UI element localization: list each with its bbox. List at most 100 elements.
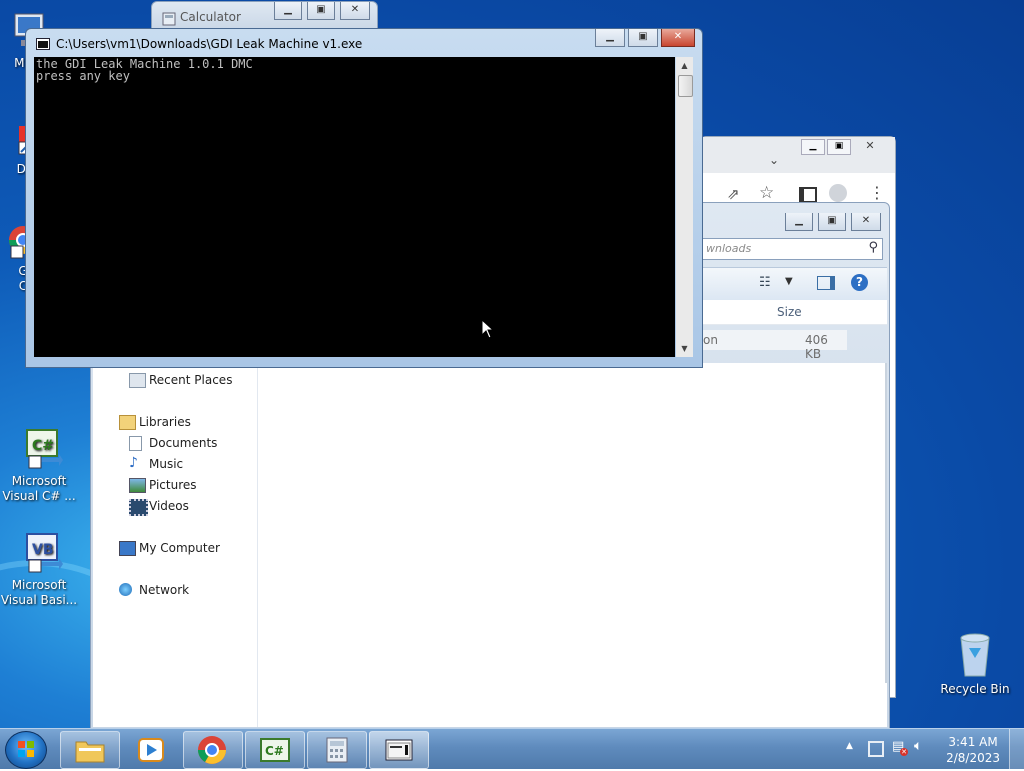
nav-item-label: Music	[149, 457, 184, 471]
videos-icon	[129, 499, 148, 516]
network-error-icon: ✕	[900, 748, 908, 756]
svg-text:C#: C#	[32, 438, 54, 454]
nav-item-documents[interactable]: Documents	[129, 436, 218, 451]
nav-item-label: Videos	[149, 499, 189, 513]
recent-places-icon	[129, 373, 146, 388]
console-output[interactable]: the GDI Leak Machine 1.0.1 DMC press any…	[34, 57, 675, 357]
volume-icon[interactable]: 🔈︎	[914, 738, 922, 754]
nav-item-network[interactable]: Network	[119, 583, 190, 597]
nav-item-music[interactable]: ♪ Music	[129, 456, 184, 471]
desktop: My C Data G C C# Microsoft Visual C# ...	[0, 0, 1024, 728]
nav-item-libraries[interactable]: Libraries	[119, 415, 191, 430]
search-icon: ⚲	[868, 240, 878, 255]
chevron-down-icon[interactable]: ⌄	[769, 153, 779, 167]
taskbar: C# ▲ ▤ ✕ 🔈︎ 3:41 AM 2/8/2023	[0, 728, 1024, 769]
scroll-thumb[interactable]	[678, 75, 693, 97]
minimize-button[interactable]: ▁	[274, 2, 302, 20]
nav-item-label: Documents	[149, 436, 218, 450]
menu-kebab-icon[interactable]: ⋮	[869, 183, 885, 202]
nav-item-label: Network	[139, 583, 190, 597]
navigation-pane: Recent Places Libraries Documents ♪ Musi…	[93, 363, 258, 727]
maximize-button[interactable]: ▣	[307, 2, 335, 20]
show-hidden-icons-icon[interactable]: ▲	[846, 741, 853, 751]
console-app-icon	[385, 739, 413, 761]
minimize-button[interactable]: ▁	[785, 213, 813, 231]
clock[interactable]: 3:41 AM 2/8/2023	[946, 734, 1000, 766]
nav-item-label: My Computer	[139, 541, 220, 555]
nav-item-my-computer[interactable]: My Computer	[119, 541, 220, 556]
desktop-icon-label: Microsoft Visual C# ...	[2, 474, 76, 503]
taskbar-item-chrome[interactable]	[183, 731, 243, 769]
calculator-icon	[162, 12, 176, 26]
column-header-size[interactable]: Size	[777, 305, 802, 319]
nav-item-label: Pictures	[149, 478, 197, 492]
visual-basic-icon: VB	[26, 533, 63, 573]
action-center-icon[interactable]	[868, 741, 884, 757]
scroll-up-arrow[interactable]: ▲	[676, 57, 693, 74]
scroll-down-arrow[interactable]: ▼	[676, 340, 693, 357]
close-button[interactable]: ✕	[851, 213, 881, 231]
maximize-button[interactable]: ▣	[628, 29, 658, 47]
help-icon[interactable]: ?	[851, 274, 868, 291]
taskbar-item-console[interactable]	[369, 731, 429, 769]
mouse-cursor-icon	[481, 319, 495, 339]
share-icon[interactable]: ⇗	[727, 185, 740, 203]
media-player-icon	[138, 738, 164, 762]
bookmark-star-icon[interactable]: ☆	[759, 183, 774, 203]
console-scrollbar[interactable]: ▲ ▼	[676, 57, 693, 357]
window-title: Calculator	[180, 10, 241, 24]
close-button[interactable]: ✕	[857, 139, 883, 153]
show-desktop-button[interactable]	[1009, 729, 1024, 769]
preview-pane-icon[interactable]	[817, 276, 835, 290]
close-button[interactable]: ✕	[661, 29, 695, 47]
recycle-bin-icon	[960, 633, 990, 677]
desktop-icon-recycle-bin[interactable]: Recycle Bin	[936, 630, 1014, 697]
desktop-icon-label: Microsoft Visual Basi...	[0, 578, 78, 607]
nav-item-videos[interactable]: Videos	[129, 499, 189, 516]
explorer-scrollbar[interactable]	[885, 363, 887, 683]
start-button[interactable]	[5, 731, 47, 769]
view-options-icon[interactable]: ☷	[759, 275, 771, 290]
clock-time: 3:41 AM	[948, 735, 998, 749]
file-size: 406 KB	[805, 333, 828, 361]
nav-item-recent-places[interactable]: Recent Places	[129, 373, 232, 388]
music-icon: ♪	[129, 455, 138, 471]
folder-icon	[75, 741, 105, 763]
maximize-button[interactable]: ▣	[827, 139, 851, 155]
file-name: on	[703, 333, 718, 347]
taskbar-item-visual-csharp[interactable]: C#	[245, 731, 305, 769]
pictures-icon	[129, 478, 146, 493]
chrome-icon	[198, 736, 226, 764]
close-button[interactable]: ✕	[340, 2, 370, 20]
visual-csharp-icon: C#	[26, 429, 63, 469]
windows-logo-icon	[18, 741, 34, 757]
nav-item-label: Libraries	[139, 415, 191, 429]
documents-icon	[129, 436, 142, 451]
search-box[interactable]: wnloads ⚲	[701, 238, 883, 260]
maximize-button[interactable]: ▣	[818, 213, 846, 231]
svg-text:VB: VB	[32, 542, 54, 558]
libraries-icon	[119, 415, 136, 430]
console-window[interactable]: C:\Users\vm1\Downloads\GDI Leak Machine …	[25, 28, 703, 368]
visual-csharp-icon: C#	[260, 738, 290, 762]
calculator-icon	[326, 737, 348, 763]
minimize-button[interactable]: ▁	[801, 139, 825, 155]
computer-icon	[119, 541, 136, 556]
clock-date: 2/8/2023	[946, 751, 1000, 765]
taskbar-item-explorer[interactable]	[60, 731, 120, 769]
desktop-icon-visual-csharp[interactable]: C# Microsoft Visual C# ...	[0, 428, 78, 504]
window-title: C:\Users\vm1\Downloads\GDI Leak Machine …	[56, 37, 363, 51]
profile-avatar-icon[interactable]	[829, 184, 847, 202]
minimize-button[interactable]: ▁	[595, 29, 625, 47]
desktop-icon-visual-basic[interactable]: VB Microsoft Visual Basi...	[0, 532, 78, 608]
side-panel-icon[interactable]	[799, 187, 817, 203]
taskbar-item-calculator[interactable]	[307, 731, 367, 769]
taskbar-item-media-player[interactable]	[121, 731, 181, 769]
nav-item-pictures[interactable]: Pictures	[129, 478, 197, 493]
network-icon	[119, 583, 132, 596]
console-app-icon	[36, 38, 50, 50]
search-input[interactable]: wnloads	[706, 242, 751, 255]
desktop-icon-label: Recycle Bin	[940, 682, 1010, 696]
chevron-down-icon[interactable]: ▼	[785, 276, 793, 287]
console-text: the GDI Leak Machine 1.0.1 DMC press any…	[36, 57, 253, 83]
